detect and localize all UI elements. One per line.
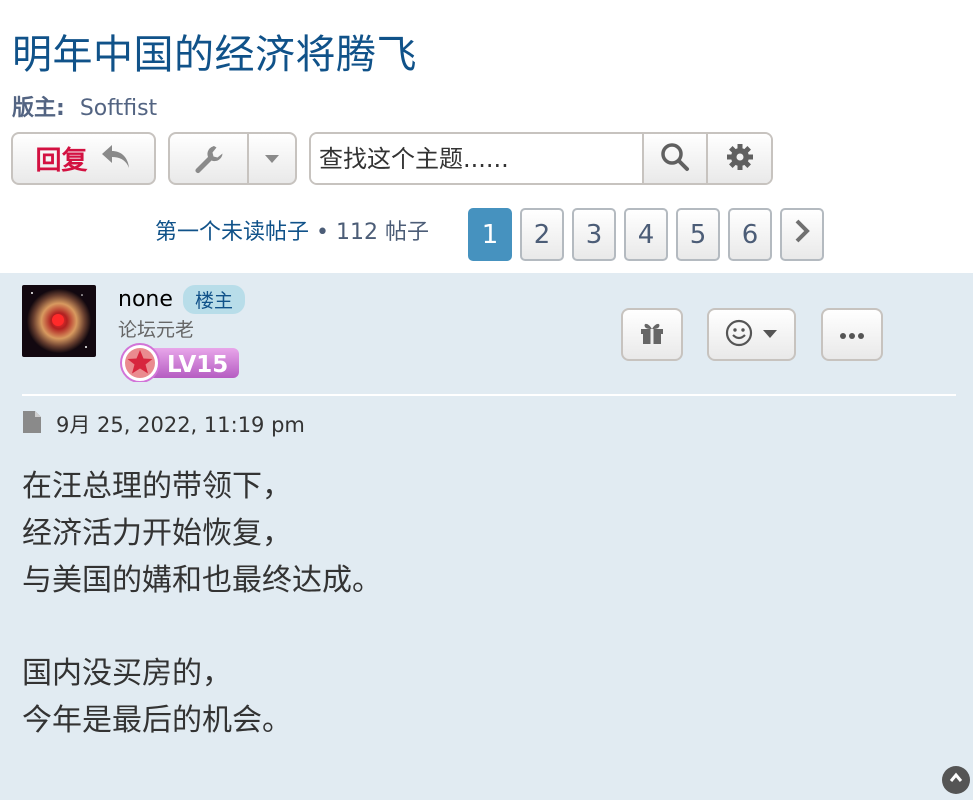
level-badge: LV15 <box>119 342 241 383</box>
wrench-icon <box>170 134 249 183</box>
post-content: 在汪总理的带领下， 经济活力开始恢复， 与美国的媾和也最终达成。 国内没买房的，… <box>22 463 382 744</box>
next-page-button[interactable] <box>780 208 824 261</box>
avatar[interactable] <box>22 285 96 357</box>
moderator-name[interactable]: Softfist <box>80 96 157 121</box>
page-1-button[interactable]: 1 <box>468 208 512 261</box>
content-line: 在汪总理的带领下， <box>22 469 292 504</box>
post-divider <box>22 394 956 396</box>
content-line: 国内没买房的， <box>22 656 232 691</box>
moderator-label: 版主: <box>12 96 65 121</box>
search-input[interactable] <box>311 134 642 183</box>
op-badge: 楼主 <box>183 285 246 314</box>
search-button[interactable] <box>641 134 707 183</box>
topic-tools-button[interactable] <box>168 132 297 185</box>
pagination-info: 第一个未读帖子 • 112 帖子 <box>155 214 429 246</box>
post-count: 112 帖子 <box>336 220 429 245</box>
advanced-search-button[interactable] <box>706 134 771 183</box>
page-4-button[interactable]: 4 <box>624 208 668 261</box>
scroll-top-icon <box>948 770 964 790</box>
content-line: 今年是最后的机会。 <box>22 703 292 738</box>
chevron-down-icon <box>249 134 295 183</box>
page-6-button[interactable]: 6 <box>728 208 772 261</box>
file-icon[interactable] <box>22 410 42 439</box>
scroll-top-button[interactable] <box>942 766 970 794</box>
gear-icon <box>726 143 754 175</box>
level-text: LV15 <box>167 352 228 378</box>
smiley-icon <box>725 319 753 351</box>
post: none 楼主 论坛元老 LV15 9月 25, 2022, 11:19 pm … <box>0 273 973 800</box>
content-line: 与美国的媾和也最终达成。 <box>22 563 382 598</box>
chevron-down-icon <box>761 325 779 344</box>
pagination: 1 2 3 4 5 6 <box>468 208 824 261</box>
reaction-button[interactable] <box>707 308 796 361</box>
content-line: 经济活力开始恢复， <box>22 516 292 551</box>
page-5-button[interactable]: 5 <box>676 208 720 261</box>
first-unread-link[interactable]: 第一个未读帖子 <box>155 220 309 245</box>
reply-button[interactable]: 回复 <box>11 132 156 185</box>
ellipsis-icon <box>839 325 865 344</box>
post-meta: 9月 25, 2022, 11:19 pm <box>22 409 305 439</box>
page-2-button[interactable]: 2 <box>520 208 564 261</box>
moderator-line: 版主: Softfist <box>12 90 157 122</box>
topic-title[interactable]: 明年中国的经济将腾飞 <box>12 22 417 80</box>
reply-arrow-icon <box>100 143 132 175</box>
reply-label: 回复 <box>35 146 88 176</box>
page-3-button[interactable]: 3 <box>572 208 616 261</box>
more-options-button[interactable] <box>821 308 883 361</box>
post-date: 9月 25, 2022, 11:19 pm <box>56 413 305 437</box>
gift-button[interactable] <box>621 308 683 361</box>
separator: • <box>316 220 329 245</box>
post-author[interactable]: none <box>118 287 173 312</box>
chevron-right-icon <box>794 218 810 251</box>
topic-search <box>309 132 773 185</box>
user-rank: 论坛元老 <box>118 319 195 341</box>
search-icon <box>660 142 690 176</box>
gift-icon <box>639 320 665 350</box>
